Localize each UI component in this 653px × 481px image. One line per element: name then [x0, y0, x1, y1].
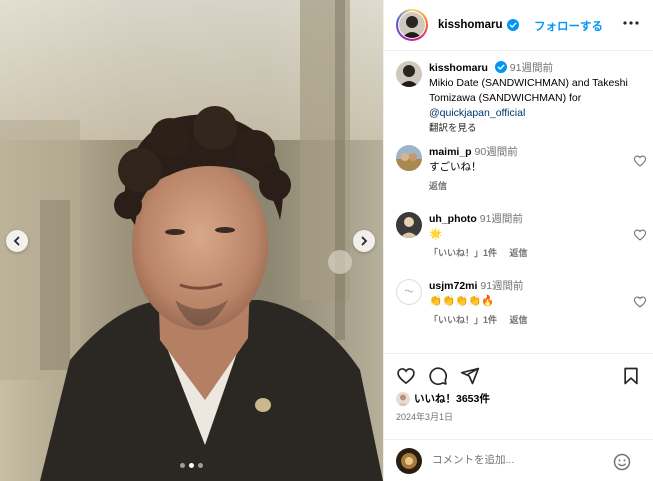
avatar[interactable]	[396, 212, 422, 238]
post-sidebar: kisshomaru フォローする kisshomaru 91週間前 Mikio…	[383, 0, 653, 481]
see-translation-link[interactable]: 翻訳を見る	[429, 121, 647, 136]
avatar	[399, 12, 425, 38]
add-comment-input[interactable]	[432, 454, 612, 466]
comment-text: 🌟	[429, 228, 443, 240]
comment-username[interactable]: usjm72mi	[429, 280, 477, 292]
add-comment-bar	[384, 439, 653, 481]
like-heart-icon[interactable]	[396, 366, 416, 386]
comment-time[interactable]: 91週間前	[480, 280, 523, 292]
post-photo[interactable]	[0, 0, 383, 481]
carousel-indicator	[180, 463, 203, 468]
comment-text: 👏👏👏👏🔥	[429, 295, 495, 307]
reply-button[interactable]: 返信	[429, 181, 447, 191]
verified-badge-icon	[506, 19, 519, 31]
avatar[interactable]	[396, 61, 422, 87]
caption-username[interactable]: kisshomaru	[429, 62, 488, 74]
likes-count[interactable]: いいね！3653件	[414, 391, 490, 406]
share-paper-plane-icon[interactable]	[460, 366, 480, 386]
next-photo-button[interactable]	[353, 230, 375, 252]
heart-icon[interactable]	[633, 228, 647, 242]
chevron-left-icon	[13, 236, 20, 246]
carousel-dot	[180, 463, 185, 468]
heart-icon[interactable]	[633, 295, 647, 309]
emoji-icon[interactable]	[612, 452, 632, 472]
comments-scroll-area[interactable]: kisshomaru 91週間前 Mikio Date (SANDWICHMAN…	[384, 52, 653, 353]
portrait-photo	[0, 0, 383, 481]
comment-bubble-icon[interactable]	[428, 366, 448, 386]
chevron-right-icon	[361, 236, 368, 246]
heart-icon[interactable]	[633, 154, 647, 168]
reply-button[interactable]: 返信	[510, 315, 528, 325]
reply-button[interactable]: 返信	[510, 248, 528, 258]
more-horizontal-icon	[623, 21, 639, 25]
post-date[interactable]: 2024年3月1日	[396, 410, 453, 423]
caption-time[interactable]: 91週間前	[510, 62, 553, 74]
instagram-post: kisshomaru フォローする kisshomaru 91週間前 Mikio…	[0, 0, 653, 481]
bookmark-icon[interactable]	[621, 366, 641, 386]
carousel-dot	[198, 463, 203, 468]
follow-button[interactable]: フォローする	[534, 18, 603, 34]
comment-likes[interactable]: 「いいね！」1件	[429, 248, 497, 258]
comment-text: すごいね！	[429, 161, 482, 173]
carousel-dot-active	[189, 463, 194, 468]
comment-username[interactable]: uh_photo	[429, 213, 477, 225]
caption-mention-link[interactable]: @quickjapan_official	[429, 106, 647, 121]
caption-text: Mikio Date (SANDWICHMAN) and Takeshi Tom…	[429, 77, 628, 104]
previous-photo-button[interactable]	[6, 230, 28, 252]
likes-row: いいね！3653件	[396, 391, 490, 406]
story-ring[interactable]	[396, 9, 428, 41]
post-actions: いいね！3653件 2024年3月1日	[384, 353, 653, 481]
comment-time[interactable]: 90週間前	[475, 146, 518, 158]
verified-badge-icon	[494, 61, 507, 73]
avatar[interactable]	[396, 145, 422, 171]
avatar[interactable]	[396, 279, 422, 305]
avatar[interactable]	[396, 391, 410, 406]
comment-time[interactable]: 91週間前	[480, 213, 523, 225]
comment-likes[interactable]: 「いいね！」1件	[429, 315, 497, 325]
post-header: kisshomaru フォローする	[384, 0, 653, 51]
avatar	[396, 448, 422, 474]
comment-username[interactable]: maimi_p	[429, 146, 472, 158]
more-options-button[interactable]	[621, 15, 641, 31]
header-username[interactable]: kisshomaru	[438, 19, 503, 31]
